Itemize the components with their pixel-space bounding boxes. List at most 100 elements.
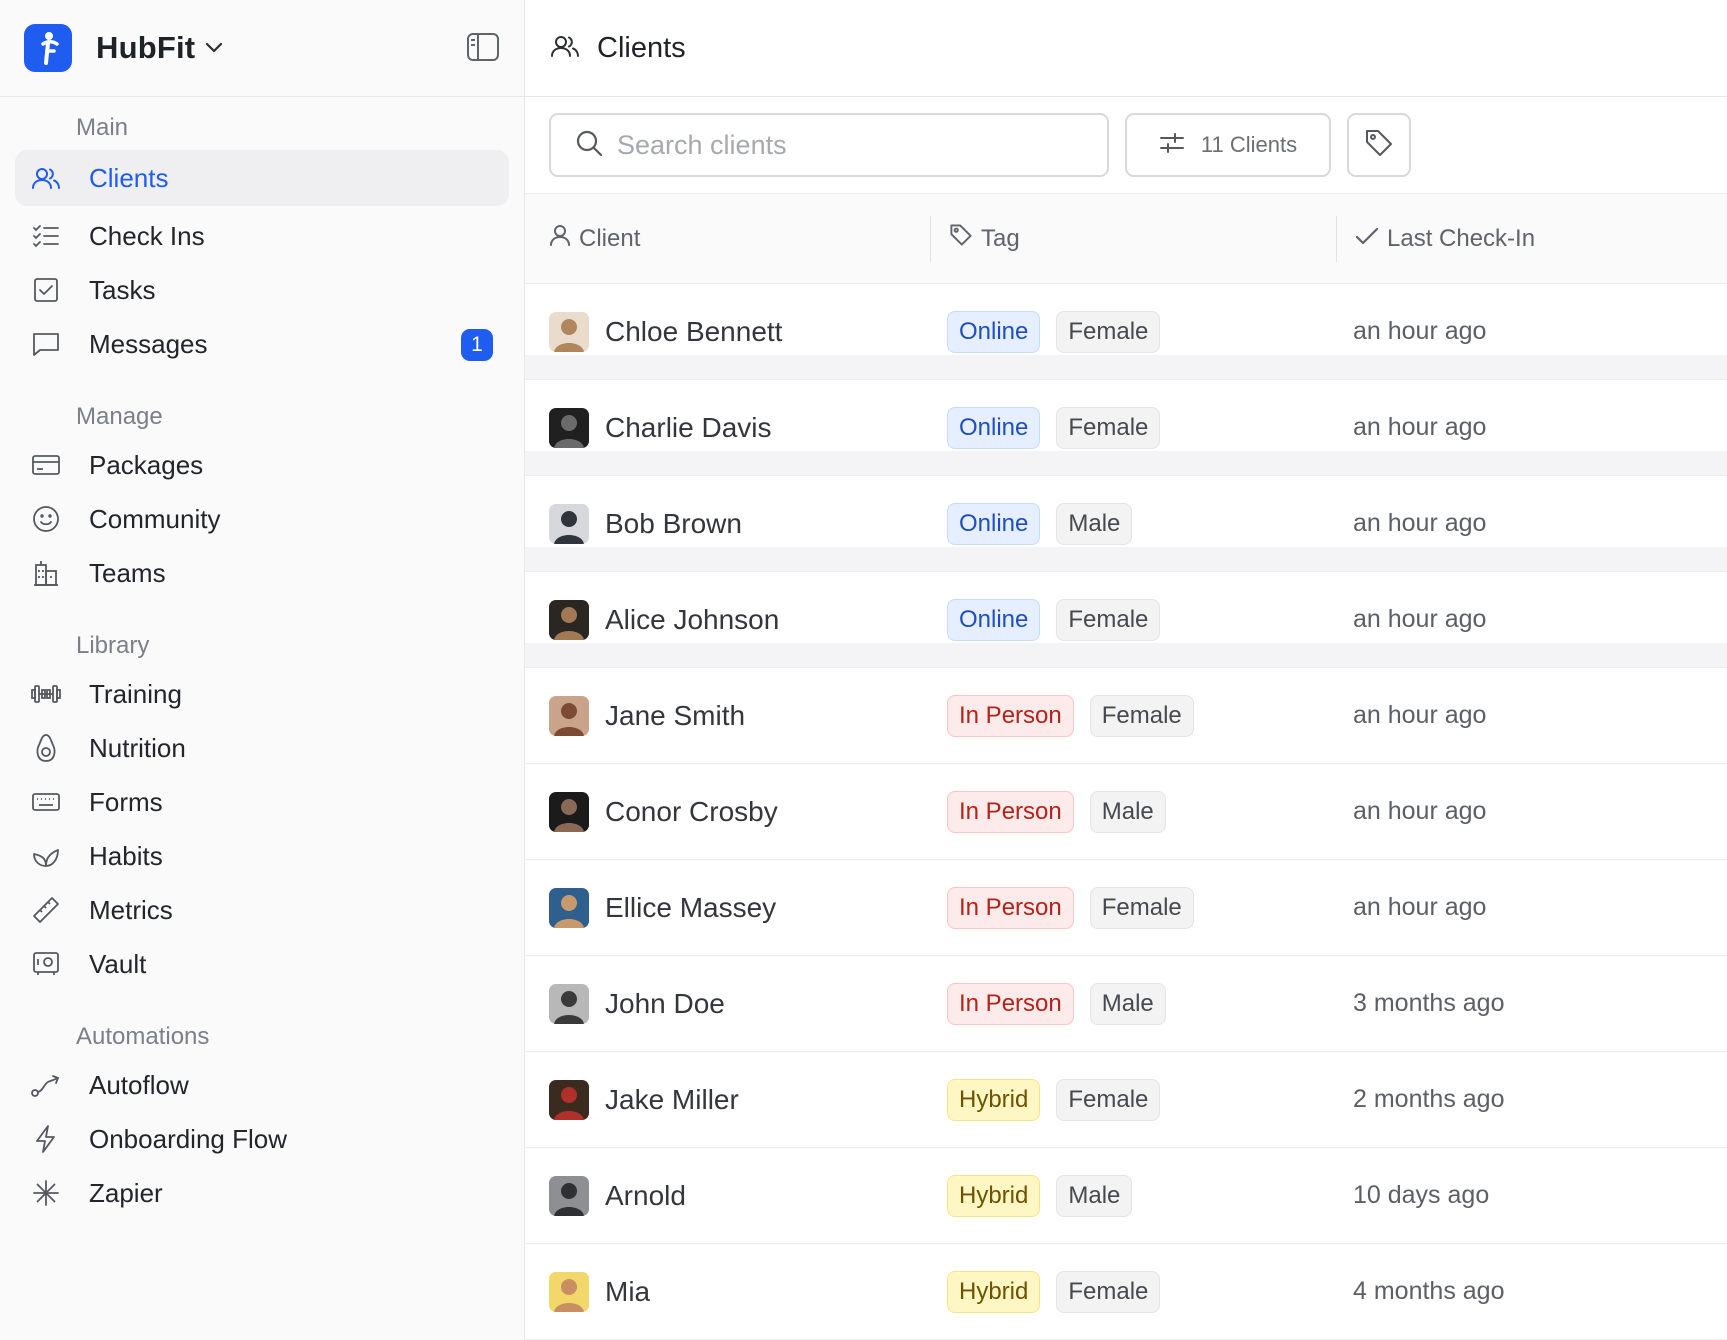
table-row[interactable]: Alice Johnson Online Female an hour ago <box>525 572 1727 668</box>
section-label-automations: Automations <box>76 1023 210 1050</box>
tags-cell: Online Female <box>947 310 1353 353</box>
client-name[interactable]: Mia <box>605 1276 650 1308</box>
page-title: Clients <box>597 31 686 64</box>
client-name[interactable]: Chloe Bennett <box>605 316 782 348</box>
avatar <box>549 407 589 448</box>
table-row[interactable]: Bob Brown Online Male an hour ago <box>525 476 1727 572</box>
table-row[interactable]: Charlie Davis Online Female an hour ago <box>525 380 1727 476</box>
client-name[interactable]: Conor Crosby <box>605 796 778 828</box>
checklist-icon <box>31 221 61 251</box>
last-check-in: 4 months ago <box>1353 1277 1505 1305</box>
client-cell: Jane Smith <box>525 695 947 736</box>
sidebar-item-metrics[interactable]: Metrics <box>15 882 509 938</box>
last-check-in: 3 months ago <box>1353 989 1505 1017</box>
client-name[interactable]: Arnold <box>605 1180 686 1212</box>
table-row[interactable]: Jane Smith In Person Female an hour ago <box>525 668 1727 764</box>
tags-cell: Hybrid Female <box>947 1078 1353 1121</box>
client-name[interactable]: Jane Smith <box>605 700 745 732</box>
dumbbell-icon <box>31 679 61 709</box>
last-check-in: an hour ago <box>1353 509 1487 537</box>
client-name[interactable]: Ellice Massey <box>605 892 776 924</box>
sidebar-item-training[interactable]: Training <box>15 666 509 722</box>
sidebar-item-label: Nutrition <box>89 732 186 763</box>
section-label-library: Library <box>76 632 150 659</box>
sidebar-item-label: Metrics <box>89 894 173 925</box>
sidebar-item-vault[interactable]: Vault <box>15 936 509 992</box>
last-check-in: an hour ago <box>1353 893 1487 921</box>
clients-count-label: 11 Clients <box>1200 132 1298 157</box>
sidebar-item-label: Vault <box>89 948 147 979</box>
user-icon <box>549 224 571 253</box>
table-row[interactable]: Ellice Massey In Person Female an hour ago <box>525 860 1727 956</box>
chevron-down-icon[interactable] <box>205 41 223 59</box>
sidebar-item-label: Teams <box>89 557 166 588</box>
users-icon <box>549 34 581 63</box>
client-cell: Alice Johnson <box>525 599 947 640</box>
client-name[interactable]: John Doe <box>605 988 725 1020</box>
sidebar-item-label: Check Ins <box>89 220 205 251</box>
table-row[interactable]: Mia Hybrid Female 4 months ago <box>525 1244 1727 1340</box>
search-box[interactable] <box>549 113 1109 177</box>
sidebar-item-check-ins[interactable]: Check Ins <box>15 208 509 264</box>
client-cell: Charlie Davis <box>525 407 947 448</box>
client-name[interactable]: Bob Brown <box>605 508 742 540</box>
table-row[interactable]: Chloe Bennett Online Female an hour ago <box>525 284 1727 380</box>
tag-icon <box>1364 128 1394 163</box>
mode-tag: Online <box>947 502 1041 545</box>
sidebar-item-label: Autoflow <box>89 1069 189 1100</box>
sidebar-item-label: Clients <box>89 162 169 193</box>
hubfit-logo-icon[interactable] <box>24 24 72 72</box>
sidebar-item-autoflow[interactable]: Autoflow <box>15 1057 509 1113</box>
tag-filter-button[interactable] <box>1347 113 1411 177</box>
gender-tag: Female <box>1056 310 1161 353</box>
table-header: Client Tag Last Check-In <box>525 194 1727 284</box>
sidebar-item-label: Community <box>89 503 221 534</box>
avatar <box>549 1079 589 1120</box>
last-check-in: an hour ago <box>1353 317 1487 345</box>
mode-tag: In Person <box>947 982 1074 1025</box>
sidebar-item-messages[interactable]: Messages 1 <box>15 316 509 372</box>
client-name[interactable]: Alice Johnson <box>605 604 779 636</box>
avatar <box>549 1271 589 1312</box>
tags-cell: Hybrid Male <box>947 1174 1353 1217</box>
sidebar-item-label: Tasks <box>89 274 156 305</box>
sidebar-item-community[interactable]: Community <box>15 491 509 547</box>
filter-button[interactable]: 11 Clients <box>1125 113 1331 177</box>
sprout-icon <box>31 841 61 871</box>
safe-icon <box>31 949 61 979</box>
sidebar-item-clients[interactable]: Clients <box>15 150 509 206</box>
search-input[interactable] <box>617 129 1057 161</box>
sidebar-item-habits[interactable]: Habits <box>15 828 509 884</box>
client-cell: Chloe Bennett <box>525 311 947 352</box>
client-name[interactable]: Jake Miller <box>605 1084 739 1116</box>
column-header-last-check-in[interactable]: Last Check-In <box>1337 216 1535 262</box>
sidebar-item-tasks[interactable]: Tasks <box>15 262 509 318</box>
column-header-tag[interactable]: Tag <box>931 215 1337 262</box>
table-row[interactable]: Jake Miller Hybrid Female 2 months ago <box>525 1052 1727 1148</box>
sidebar-item-packages[interactable]: Packages <box>15 437 509 493</box>
table-row[interactable]: Arnold Hybrid Male 10 days ago <box>525 1148 1727 1244</box>
tags-cell: In Person Female <box>947 886 1353 929</box>
workspace-name[interactable]: HubFit <box>96 30 195 66</box>
sidebar-item-label: Zapier <box>89 1177 163 1208</box>
tags-cell: Online Male <box>947 502 1353 545</box>
zap-icon <box>31 1124 61 1154</box>
card-icon <box>31 450 61 480</box>
sidebar-item-onboarding-flow[interactable]: Onboarding Flow <box>15 1111 509 1167</box>
sidebar-item-label: Forms <box>89 786 163 817</box>
sidebar-item-teams[interactable]: Teams <box>15 545 509 601</box>
sidebar-item-nutrition[interactable]: Nutrition <box>15 720 509 776</box>
table-row[interactable]: John Doe In Person Male 3 months ago <box>525 956 1727 1052</box>
sidebar-toggle-icon[interactable] <box>466 32 500 62</box>
mode-tag: Online <box>947 310 1041 353</box>
client-name[interactable]: Charlie Davis <box>605 412 772 444</box>
sidebar-item-forms[interactable]: Forms <box>15 774 509 830</box>
gender-tag: Male <box>1056 1174 1133 1217</box>
column-header-label: Last Check-In <box>1387 224 1536 252</box>
table-row[interactable]: Conor Crosby In Person Male an hour ago <box>525 764 1727 860</box>
column-header-client[interactable]: Client <box>525 215 931 262</box>
sidebar-item-label: Packages <box>89 449 204 480</box>
sidebar-item-zapier[interactable]: Zapier <box>15 1165 509 1221</box>
app-root: HubFit Main Clients Check Ins Tasks Mess… <box>0 0 1727 1340</box>
gender-tag: Male <box>1089 982 1166 1025</box>
